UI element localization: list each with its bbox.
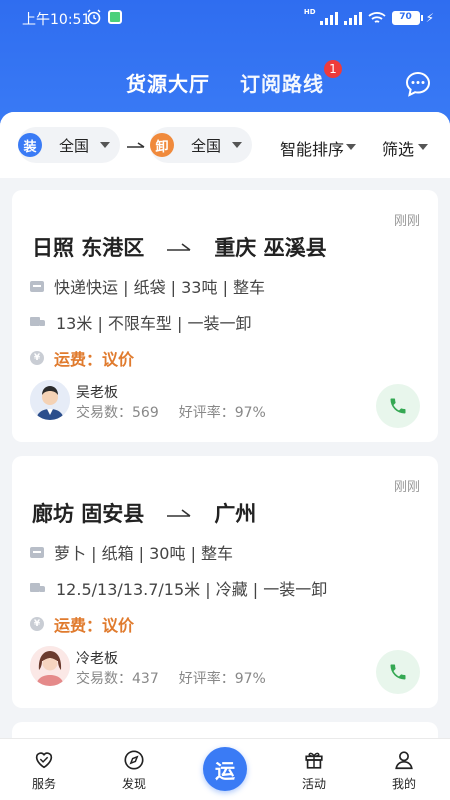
rating: 好评率：97% (178, 671, 266, 687)
top-tabs: 货源大厅 订阅路线 1 (0, 60, 450, 98)
contact-stats: 交易数：437 好评率：97% (76, 668, 266, 688)
unload-location-value: 全国 (191, 136, 222, 155)
yen-icon: ¥ (30, 617, 44, 631)
trade-count: 交易数：569 (76, 405, 159, 421)
tab-subscribed-routes[interactable]: 订阅路线 (240, 68, 324, 97)
route-arrow-icon (167, 243, 191, 251)
yun-icon: 运 (215, 758, 235, 783)
filter-bar: 装 全国 卸 全国 智能排序 筛选 (0, 112, 450, 178)
app-notification-icon (108, 10, 122, 24)
nav-yun-button[interactable]: 运 (203, 747, 247, 791)
vehicle-info: 12.5/13/13.7/15米 | 冷藏 | 一装一卸 (30, 576, 327, 600)
nav-activity[interactable]: 活动 (284, 749, 344, 792)
tab-badge: 1 (324, 60, 342, 78)
status-time: 上午10:51 (22, 12, 91, 28)
rating: 好评率：97% (178, 405, 266, 421)
heart-icon (35, 752, 53, 769)
cargo-icon (30, 546, 44, 558)
truck-icon (30, 582, 46, 594)
phone-icon (390, 664, 406, 680)
trade-count: 交易数：437 (76, 671, 159, 687)
nav-label: 发现 (121, 777, 146, 791)
phone-icon (390, 398, 406, 414)
sort-dropdown[interactable]: 智能排序 (280, 136, 357, 160)
fare-info: ¥ 运费：议价 (30, 612, 134, 636)
yen-icon: ¥ (30, 351, 44, 365)
listing-card[interactable]: 刚刚 日照 东港区 重庆 巫溪县 快递快运 | 纸袋 | 33吨 | 整车 13… (12, 190, 438, 442)
nav-label: 我的 (391, 777, 416, 791)
avatar[interactable] (30, 646, 70, 686)
route-destination: 广州 (214, 502, 257, 526)
filter-label: 筛选 (382, 140, 415, 159)
signal-icon (319, 11, 338, 25)
cargo-info: 快递快运 | 纸袋 | 33吨 | 整车 (30, 274, 265, 298)
listing-route: 日照 东港区 重庆 巫溪县 (32, 232, 327, 262)
route-arrow-icon (167, 509, 191, 517)
avatar[interactable] (30, 380, 70, 420)
hd-icon: HD (303, 8, 316, 16)
unload-tag: 卸 (150, 133, 174, 157)
load-tag: 装 (18, 133, 42, 157)
nav-label: 活动 (301, 777, 326, 791)
filter-dropdown[interactable]: 筛选 (382, 136, 429, 160)
contact-name: 冷老板 (76, 651, 118, 667)
fare-text: 运费：议价 (54, 350, 135, 369)
chevron-down-icon (232, 142, 242, 148)
listing-card[interactable]: 刚刚 廊坊 固安县 广州 萝卜 | 纸箱 | 30吨 | 整车 12.5/13/… (12, 456, 438, 708)
compass-icon (124, 750, 144, 770)
contact-name: 吴老板 (76, 385, 118, 401)
wifi-icon (367, 12, 386, 23)
fare-text: 运费：议价 (54, 616, 135, 635)
listing-time: 刚刚 (393, 480, 420, 495)
battery-icon: 70 (391, 11, 423, 25)
fare-info: ¥ 运费：议价 (30, 346, 134, 370)
nav-mine[interactable]: 我的 (374, 749, 434, 792)
cargo-info: 萝卜 | 纸箱 | 30吨 | 整车 (30, 540, 233, 564)
call-button[interactable] (376, 650, 420, 694)
listing-route: 廊坊 固安县 广州 (32, 498, 256, 528)
load-location-value: 全国 (59, 136, 90, 155)
status-bar: 上午10:51 HD 70 ⚡ (0, 0, 450, 36)
sort-label: 智能排序 (280, 140, 345, 159)
nav-label: 服务 (31, 777, 56, 791)
arrow-right-icon (127, 142, 145, 148)
bottom-nav: 服务 发现 运 活动 我的 (0, 738, 450, 800)
status-icons: HD 70 ⚡ (304, 8, 434, 28)
charging-icon: ⚡ (425, 11, 434, 25)
cargo-text: 萝卜 | 纸箱 | 30吨 | 整车 (54, 544, 234, 563)
vehicle-text: 12.5/13/13.7/15米 | 冷藏 | 一装一卸 (56, 580, 328, 599)
call-button[interactable] (376, 384, 420, 428)
route-origin: 日照 东港区 (32, 236, 145, 260)
unload-location-select[interactable]: 卸 全国 (150, 127, 252, 163)
nav-service[interactable]: 服务 (14, 749, 74, 792)
chevron-down-icon (346, 144, 357, 150)
contact-stats: 交易数：569 好评率：97% (76, 402, 266, 422)
signal-icon-2 (343, 11, 362, 25)
vehicle-text: 13米 | 不限车型 | 一装一卸 (56, 314, 252, 333)
cargo-icon (30, 280, 44, 292)
cargo-text: 快递快运 | 纸袋 | 33吨 | 整车 (54, 278, 266, 297)
chevron-down-icon (418, 144, 429, 150)
alarm-icon (87, 9, 101, 25)
truck-icon (30, 316, 46, 328)
nav-discover[interactable]: 发现 (104, 749, 164, 792)
listing-time: 刚刚 (393, 214, 420, 229)
gift-icon (305, 752, 323, 769)
chevron-down-icon (100, 142, 110, 148)
vehicle-info: 13米 | 不限车型 | 一装一卸 (30, 310, 252, 334)
tab-cargo-hall[interactable]: 货源大厅 (126, 68, 210, 97)
person-icon (395, 751, 413, 770)
header: 上午10:51 HD 70 ⚡ 货源大厅 订阅路线 1 (0, 0, 450, 130)
route-origin: 廊坊 固安县 (32, 502, 145, 526)
route-destination: 重庆 巫溪县 (214, 236, 327, 260)
chat-icon[interactable] (404, 70, 432, 98)
load-location-select[interactable]: 装 全国 (18, 127, 120, 163)
